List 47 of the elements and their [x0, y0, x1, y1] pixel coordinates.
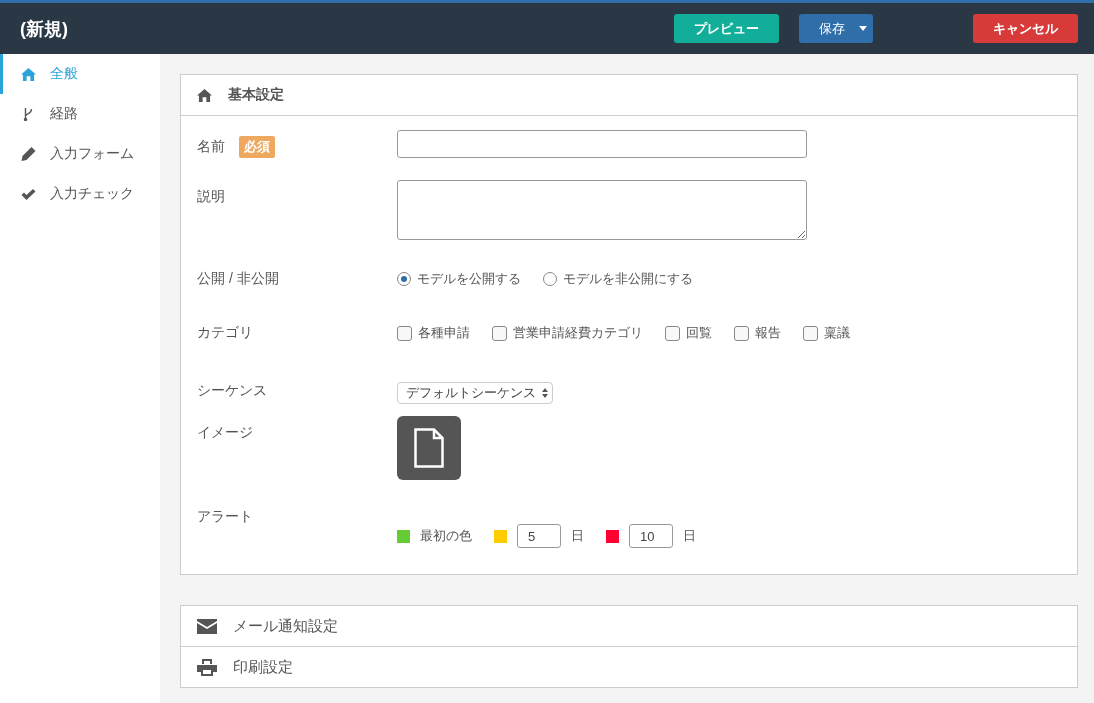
checkbox[interactable] — [397, 325, 412, 341]
checkbox-label: 回覧 — [686, 324, 712, 342]
checkbox[interactable] — [665, 325, 680, 341]
save-button[interactable]: 保存 — [799, 14, 873, 43]
required-badge: 必須 — [239, 136, 275, 158]
sidebar-item[interactable]: 入力チェック — [0, 174, 160, 214]
checkbox[interactable] — [492, 325, 507, 341]
sidebar-item[interactable]: 経路 — [0, 94, 160, 134]
days-input[interactable]: 10 — [629, 524, 673, 548]
field-label: イメージ — [197, 424, 253, 442]
panel-title: 基本設定 — [228, 86, 284, 104]
pencil-icon — [21, 147, 36, 161]
checkbox-label: 各種申請 — [418, 324, 470, 342]
name-input[interactable] — [397, 130, 807, 158]
description-textarea[interactable] — [397, 180, 807, 240]
document-icon — [414, 428, 444, 468]
checkbox[interactable] — [803, 325, 818, 341]
field-label: アラート — [197, 508, 253, 526]
alert-label: 最初の色 — [420, 527, 472, 545]
radio-label: モデルを非公開にする — [563, 270, 693, 288]
page-title: (新規) — [20, 17, 69, 41]
checkbox[interactable] — [734, 325, 749, 341]
days-unit: 日 — [683, 527, 696, 545]
image-button[interactable] — [397, 416, 461, 480]
sequence-select[interactable]: デフォルトシーケンス — [397, 382, 553, 404]
field-label: 公開 / 非公開 — [197, 270, 279, 288]
checkbox-label: 報告 — [755, 324, 781, 342]
checkbox-label: 営業申請経費カテゴリ — [513, 324, 643, 342]
printer-icon — [197, 658, 217, 676]
sidebar-item[interactable]: 入力フォーム — [0, 134, 160, 174]
field-label: 名前 — [197, 138, 225, 156]
field-label: シーケンス — [197, 382, 267, 400]
check-icon — [21, 188, 36, 200]
field-label: カテゴリ — [197, 324, 253, 342]
field-label: 説明 — [197, 188, 225, 206]
updown-arrows-icon — [542, 388, 548, 398]
days-input[interactable]: 5 — [517, 524, 561, 548]
collapsed-panel-header[interactable]: 印刷設定 — [180, 647, 1078, 688]
checkbox-label: 稟議 — [824, 324, 850, 342]
envelope-icon — [197, 618, 217, 634]
collapsed-panel-header[interactable]: メール通知設定 — [180, 605, 1078, 647]
home-icon — [197, 88, 212, 102]
cancel-button[interactable]: キャンセル — [973, 14, 1078, 43]
days-unit: 日 — [571, 527, 584, 545]
caret-icon — [859, 26, 867, 31]
home-icon — [21, 67, 36, 81]
radio-label: モデルを公開する — [417, 270, 521, 288]
